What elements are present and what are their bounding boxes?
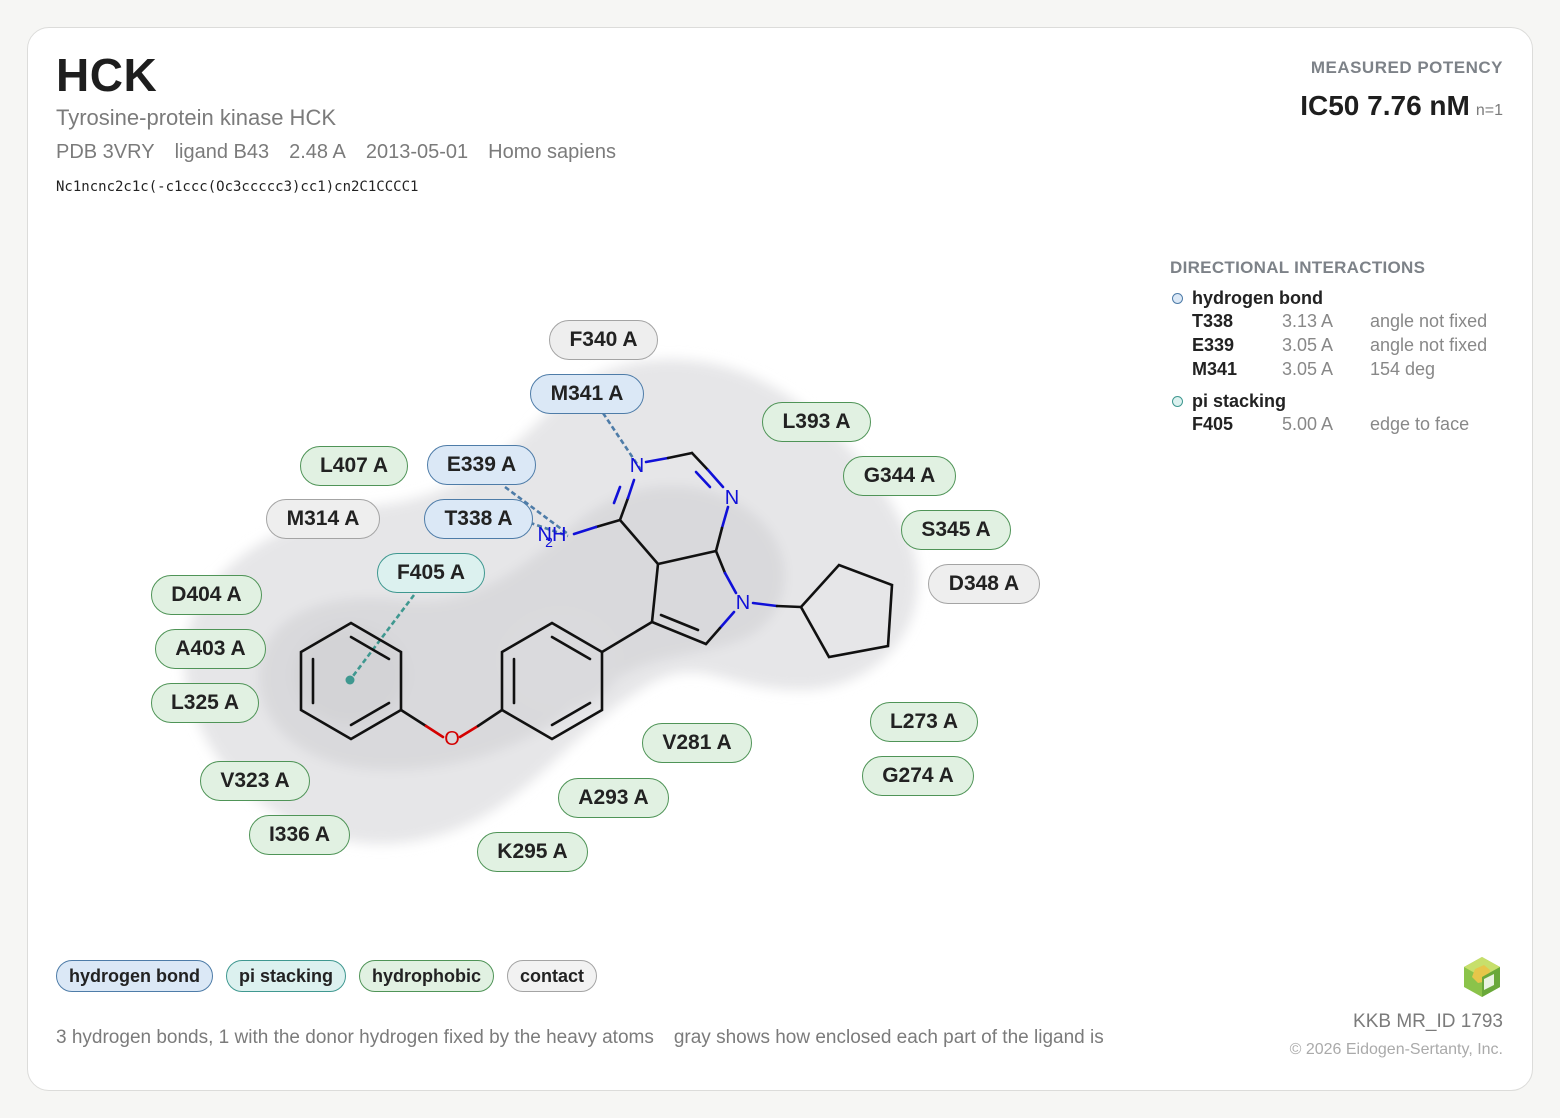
potency-value: IC50 7.76 nM [1300, 90, 1470, 121]
interaction-row: E339 3.05 A angle not fixed [1192, 333, 1510, 357]
footnote-shading: gray shows how enclosed each part of the… [673, 1027, 1104, 1048]
atom-label-h-subscript: 2 [545, 534, 553, 550]
residue-label: S345 A [921, 518, 991, 541]
residue-e339[interactable]: E339 A [427, 445, 536, 485]
copyright: © 2026 Eidogen-Sertanty, Inc. [1289, 1041, 1503, 1058]
interaction-row: F405 5.00 A edge to face [1192, 412, 1510, 436]
interaction-type-label: hydrogen bond [1192, 288, 1323, 308]
residue-l273[interactable]: L273 A [870, 702, 978, 742]
atom-label-n7: N [736, 592, 750, 614]
residue-f405[interactable]: F405 A [377, 553, 485, 593]
potency-value-block: IC50 7.76 nM n=1 [1300, 90, 1503, 122]
residue-label: M314 A [286, 507, 360, 530]
interaction-residue: T338 [1192, 310, 1234, 331]
residue-k295[interactable]: K295 A [477, 832, 588, 872]
residue-label: L273 A [889, 710, 959, 733]
interaction-row: M341 3.05 A 154 deg [1192, 357, 1510, 381]
potency-n: n=1 [1475, 102, 1503, 119]
interaction-distance: 5.00 A [1282, 413, 1334, 434]
residue-label: D348 A [948, 572, 1020, 595]
residue-a403[interactable]: A403 A [155, 629, 266, 669]
interaction-type-pi: pi stacking [1170, 391, 1510, 412]
legend-chip-hydrophobic: hydrophobic [359, 960, 495, 992]
residue-l325[interactable]: L325 A [151, 683, 259, 723]
interactions-heading: DIRECTIONAL INTERACTIONS [1170, 258, 1426, 277]
residue-label: D404 A [171, 583, 242, 606]
interaction-type-hbond: hydrogen bond [1170, 288, 1510, 309]
pi-marker-icon [1172, 396, 1183, 407]
interaction-geometry: angle not fixed [1370, 334, 1488, 355]
residue-i336[interactable]: I336 A [249, 815, 350, 855]
interaction-residue: M341 [1192, 358, 1238, 379]
residue-m314[interactable]: M314 A [266, 499, 380, 539]
atom-label-n1: N [630, 455, 644, 477]
kkb-id: KKB MR_ID 1793 [1353, 1011, 1503, 1032]
residue-label: I336 A [268, 823, 331, 846]
residue-g274[interactable]: G274 A [862, 756, 974, 796]
interaction-geometry: edge to face [1370, 413, 1470, 434]
interactions-panel: DIRECTIONAL INTERACTIONS hydrogen bond T… [1170, 258, 1510, 436]
residue-label: F340 A [569, 328, 638, 351]
pi-centroid-marker [345, 675, 355, 685]
legend-chip-pi-stacking: pi stacking [225, 960, 347, 992]
interaction-residue: E339 [1192, 334, 1235, 355]
residue-d348[interactable]: D348 A [928, 564, 1040, 604]
residue-v281[interactable]: V281 A [642, 723, 752, 763]
residue-s345[interactable]: S345 A [901, 510, 1011, 550]
interaction-distance: 3.13 A [1282, 310, 1334, 331]
legend-chip-contact: contact [507, 960, 598, 992]
residue-v323[interactable]: V323 A [200, 761, 310, 801]
residue-f340[interactable]: F340 A [549, 320, 658, 360]
potency-heading: MEASURED POTENCY [1310, 58, 1503, 77]
residue-label: K295 A [497, 840, 568, 863]
residue-label: M341 A [550, 382, 624, 405]
legend-chip-hydrogen-bond: hydrogen bond [56, 960, 213, 992]
interaction-geometry: angle not fixed [1370, 310, 1488, 331]
residue-label: L325 A [170, 691, 240, 714]
footnote-hbond: 3 hydrogen bonds, 1 with the donor hydro… [56, 1027, 654, 1048]
residue-l393[interactable]: L393 A [762, 402, 871, 442]
residue-l407[interactable]: L407 A [300, 446, 408, 486]
residue-label: T338 A [444, 507, 513, 530]
interaction-type-label: pi stacking [1192, 391, 1287, 411]
residue-label: V281 A [662, 731, 732, 754]
residue-label: E339 A [446, 453, 517, 476]
interaction-row: T338 3.13 A angle not fixed [1192, 309, 1510, 333]
residue-d404[interactable]: D404 A [151, 575, 262, 615]
residue-label: V323 A [220, 769, 290, 792]
legend-chips: hydrogen bond pi stacking hydrophobic co… [56, 960, 598, 992]
residue-a293[interactable]: A293 A [558, 778, 669, 818]
residue-label: G344 A [863, 464, 936, 487]
residue-label: A293 A [578, 786, 649, 809]
atom-label-n3: N [725, 487, 739, 509]
company-logo-icon [1464, 957, 1500, 997]
footnotes: 3 hydrogen bonds, 1 with the donor hydro… [56, 1027, 1104, 1049]
residue-g344[interactable]: G344 A [843, 456, 956, 496]
interaction-distance: 3.05 A [1282, 334, 1334, 355]
interaction-distance: 3.05 A [1282, 358, 1334, 379]
residue-label: L393 A [782, 410, 851, 433]
residue-label: G274 A [882, 764, 954, 787]
residue-label: L407 A [319, 454, 389, 477]
hbond-marker-icon [1172, 293, 1183, 304]
residue-label: F405 A [396, 561, 466, 584]
residue-t338[interactable]: T338 A [424, 499, 533, 539]
atom-label-o: O [444, 728, 460, 750]
interaction-residue: F405 [1192, 413, 1234, 434]
residue-label: A403 A [175, 637, 246, 660]
interaction-geometry: 154 deg [1370, 358, 1436, 379]
residue-m341[interactable]: M341 A [530, 374, 644, 414]
